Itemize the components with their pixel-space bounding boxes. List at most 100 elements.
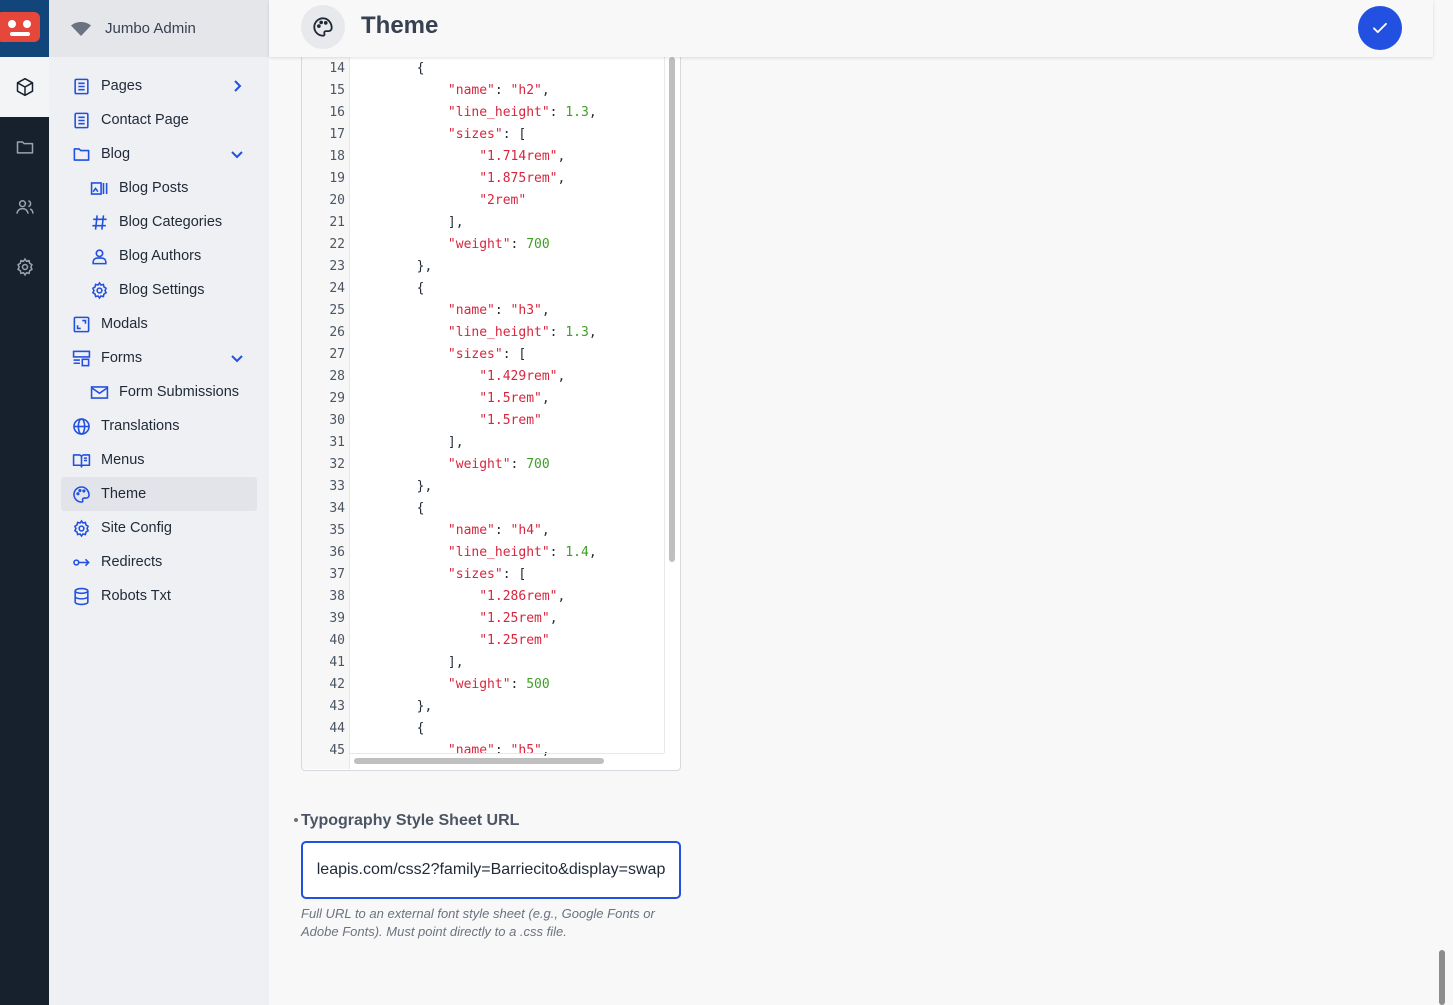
sidebar-item-label: Pages bbox=[101, 78, 143, 94]
sidebar-item-label: Robots Txt bbox=[101, 588, 171, 604]
folder-icon bbox=[16, 141, 33, 154]
editor-horizontal-scrollbar[interactable] bbox=[354, 758, 604, 764]
book-icon bbox=[72, 453, 90, 468]
sidebar-item-blog-settings[interactable]: Blog Settings bbox=[49, 273, 269, 307]
chevron-down-icon[interactable] bbox=[229, 146, 245, 162]
sidebar-item-blog[interactable]: Blog bbox=[49, 137, 269, 171]
app-logo[interactable] bbox=[0, 0, 49, 57]
code-line: 33 }, bbox=[302, 476, 680, 498]
sidebar-item-label: Menus bbox=[101, 452, 145, 468]
code-text: "1.714rem", bbox=[479, 149, 566, 164]
line-number: 28 bbox=[329, 369, 345, 384]
code-editor[interactable]: 14 {15 "name": "h2", 16 "line_height": 1.… bbox=[301, 57, 681, 771]
code-text: "weight": 700 bbox=[447, 237, 550, 252]
gear-icon bbox=[16, 257, 33, 277]
line-number: 18 bbox=[329, 149, 345, 164]
code-text: }, bbox=[354, 259, 433, 274]
sidebar-item-theme[interactable]: Theme bbox=[61, 477, 257, 511]
cube-icon bbox=[16, 77, 33, 97]
save-button[interactable] bbox=[1358, 6, 1402, 50]
app-name: Jumbo Admin bbox=[105, 20, 196, 37]
code-line: 43 }, bbox=[302, 696, 680, 718]
sidebar-item-blog-categories[interactable]: Blog Categories bbox=[49, 205, 269, 239]
page-scrollbar[interactable] bbox=[1433, 0, 1453, 1005]
wifi-icon bbox=[71, 21, 91, 36]
page-icon bbox=[301, 5, 345, 49]
code-line: 32 "weight": 700 bbox=[302, 454, 680, 476]
code-line: 34 { bbox=[302, 498, 680, 520]
sidebar-item-translations[interactable]: Translations bbox=[49, 409, 269, 443]
line-number: 14 bbox=[329, 61, 345, 76]
code-text: "name": "h3", bbox=[447, 303, 550, 318]
code-text: "sizes": [ bbox=[447, 347, 527, 362]
sidebar-item-label: Translations bbox=[101, 418, 180, 434]
code-text: "sizes": [ bbox=[447, 567, 527, 582]
sidebar-item-robots-txt[interactable]: Robots Txt bbox=[49, 579, 269, 613]
sidebar-item-pages[interactable]: Pages bbox=[49, 69, 269, 103]
form-icon bbox=[72, 350, 90, 366]
chevron-down-icon[interactable] bbox=[229, 350, 245, 366]
sidebar-item-modals[interactable]: Modals bbox=[49, 307, 269, 341]
code-line: 31 ], bbox=[302, 432, 680, 454]
page-title: Theme bbox=[361, 12, 439, 39]
sidebar-item-blog-authors[interactable]: Blog Authors bbox=[49, 239, 269, 273]
code-text: { bbox=[354, 61, 425, 76]
gallery-icon bbox=[90, 181, 107, 195]
code-line: 40 "1.25rem" bbox=[302, 630, 680, 652]
redirect-icon bbox=[72, 558, 90, 566]
rail-content[interactable] bbox=[0, 57, 49, 117]
sidebar-item-label: Form Submissions bbox=[119, 384, 240, 400]
rail-files[interactable] bbox=[0, 117, 49, 177]
line-number: 40 bbox=[329, 633, 345, 648]
code-line: 14 { bbox=[302, 58, 680, 80]
code-line: 25 "name": "h3", bbox=[302, 300, 680, 322]
code-text: "line_height": 1.4, bbox=[447, 545, 597, 560]
logo-mark bbox=[0, 12, 40, 42]
chevron-right-icon[interactable] bbox=[229, 78, 245, 94]
sidebar-item-label: Blog Settings bbox=[119, 282, 205, 298]
rail-settings[interactable] bbox=[0, 237, 49, 297]
editor-horizontal-track bbox=[350, 753, 664, 754]
rail-users[interactable] bbox=[0, 177, 49, 237]
code-text: { bbox=[354, 281, 425, 296]
line-number: 23 bbox=[329, 259, 345, 274]
sidebar-item-contact-page[interactable]: Contact Page bbox=[49, 103, 269, 137]
code-line: 26 "line_height": 1.3, bbox=[302, 322, 680, 344]
code-text: "1.5rem" bbox=[479, 413, 542, 428]
code-text: }, bbox=[354, 479, 433, 494]
editor-vertical-scrollbar[interactable] bbox=[669, 57, 675, 562]
code-text: ], bbox=[354, 435, 464, 450]
sidebar-header[interactable]: Jumbo Admin bbox=[49, 0, 269, 57]
code-line: 36 "line_height": 1.4, bbox=[302, 542, 680, 564]
page-scrollbar-thumb[interactable] bbox=[1439, 950, 1445, 1005]
sidebar-item-label: Contact Page bbox=[101, 112, 189, 128]
sidebar-item-form-submissions[interactable]: Form Submissions bbox=[49, 375, 269, 409]
required-indicator bbox=[294, 818, 298, 822]
typography-url-input[interactable] bbox=[301, 841, 681, 899]
code-line: 18 "1.714rem", bbox=[302, 146, 680, 168]
code-line: 35 "name": "h4", bbox=[302, 520, 680, 542]
sidebar-item-label: Blog Posts bbox=[119, 180, 189, 196]
line-number: 16 bbox=[329, 105, 345, 120]
envelope-icon bbox=[90, 385, 108, 399]
line-number: 30 bbox=[329, 413, 345, 428]
sidebar-item-forms[interactable]: Forms bbox=[49, 341, 269, 375]
sidebar-item-blog-posts[interactable]: Blog Posts bbox=[49, 171, 269, 205]
page-header: Theme bbox=[269, 0, 1433, 57]
code-text: "1.25rem" bbox=[479, 633, 550, 648]
sidebar-item-label: Blog bbox=[101, 146, 131, 162]
gear-icon bbox=[91, 281, 107, 299]
code-line: 30 "1.5rem" bbox=[302, 410, 680, 432]
sidebar-nav: Pages Contact Page Blog Blog Posts Blog … bbox=[49, 57, 269, 613]
code-text: "name": "h4", bbox=[447, 523, 550, 538]
code-text: "2rem" bbox=[479, 193, 527, 208]
code-text: ], bbox=[354, 655, 464, 670]
modal-icon bbox=[73, 316, 89, 332]
line-number: 17 bbox=[329, 127, 345, 142]
sidebar-item-label: Blog Authors bbox=[119, 248, 202, 264]
sidebar-item-menus[interactable]: Menus bbox=[49, 443, 269, 477]
sidebar-item-site-config[interactable]: Site Config bbox=[49, 511, 269, 545]
sidebar-item-redirects[interactable]: Redirects bbox=[49, 545, 269, 579]
globe-icon bbox=[72, 417, 90, 435]
line-number: 41 bbox=[329, 655, 345, 670]
